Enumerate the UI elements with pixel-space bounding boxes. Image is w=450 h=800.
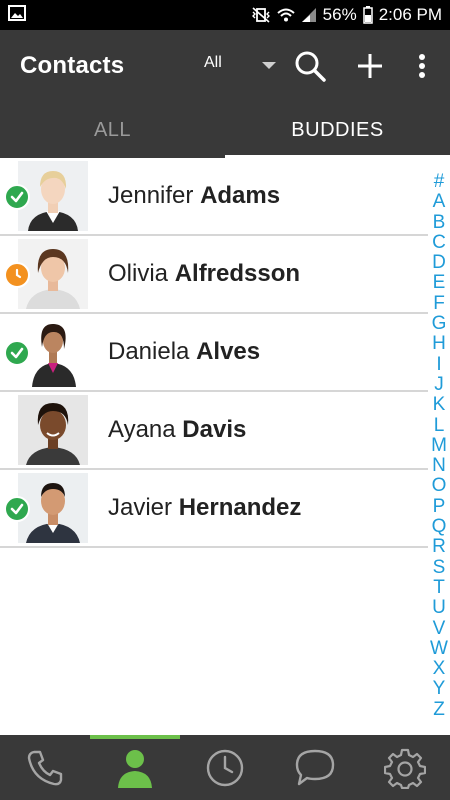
presence-available-icon [4,340,30,366]
dropdown-caret-icon [262,62,276,69]
signal-icon [301,7,317,23]
overflow-menu-button[interactable] [402,44,442,88]
index-letter[interactable]: M [431,435,447,456]
index-letter[interactable]: T [433,577,445,598]
contact-name: Jennifer Adams [108,182,280,210]
contact-name: Daniela Alves [108,338,260,366]
index-letter[interactable]: J [434,374,444,395]
wifi-icon [276,7,295,23]
contact-last-name: Alfredsson [174,260,301,287]
bottom-navigation [0,735,450,800]
search-icon [295,51,326,82]
tab-bar: ALL BUDDIES [0,102,450,158]
presence-available-icon [4,184,30,210]
contact-first-name: Daniela [108,338,190,365]
index-letter[interactable]: D [432,252,446,273]
history-clock-icon [206,749,244,786]
add-contact-button[interactable] [350,44,390,88]
index-letter[interactable]: G [432,313,447,334]
contact-last-name: Hernandez [178,494,302,521]
index-letter[interactable]: R [432,537,446,558]
contact-row[interactable]: Jennifer Adams [0,158,428,236]
contact-name: Ayana Davis [108,416,246,444]
contact-first-name: Javier [108,494,173,521]
status-bar: 56% 2:06 PM [0,0,450,30]
index-letter[interactable]: N [432,455,446,476]
avatar [18,395,88,465]
phone-icon [27,750,63,785]
contact-row[interactable]: Javier Hernandez [0,470,428,548]
index-letter[interactable]: W [430,638,448,659]
nav-calls-button[interactable] [0,735,90,800]
presence-available-icon [4,496,30,522]
contact-last-name: Alves [196,338,261,365]
vibrate-mute-icon [251,7,271,23]
index-letter[interactable]: E [433,273,446,294]
index-letter[interactable]: B [433,212,446,233]
nav-history-button[interactable] [180,735,270,800]
index-letter[interactable]: L [434,415,445,436]
clock-time: 2:06 PM [378,5,442,24]
chat-bubble-icon [295,749,335,785]
page-title: Contacts [20,52,125,79]
index-letter[interactable]: K [433,394,446,415]
index-letter[interactable]: Y [433,679,446,700]
contact-name: Javier Hernandez [108,494,301,522]
index-letter[interactable]: P [433,496,446,517]
contact-first-name: Jennifer [108,182,194,209]
contact-last-name: Davis [182,416,247,443]
index-letter[interactable]: V [433,618,446,639]
app-bar: Contacts All [0,30,450,102]
contacts-icon [118,749,152,788]
index-letter[interactable]: Z [433,699,445,720]
index-letter[interactable]: # [434,171,445,192]
tab-all[interactable]: ALL [0,102,225,158]
more-vertical-icon [419,54,425,78]
contact-first-name: Olivia [108,260,169,287]
nav-contacts-button[interactable] [90,735,180,800]
gallery-notification-icon [8,4,26,26]
index-letter[interactable]: H [432,334,446,355]
index-letter[interactable]: U [432,597,446,618]
nav-settings-button[interactable] [360,735,450,800]
contact-row[interactable]: Ayana Davis [0,392,428,470]
plus-icon [358,54,382,78]
contact-name: Olivia Alfredsson [108,260,300,288]
contact-first-name: Ayana [108,416,176,443]
settings-gear-icon [384,748,426,789]
search-button[interactable] [290,44,330,88]
contact-list: Jennifer Adams Olivia Alfredsson Daniela… [0,158,428,548]
battery-percent: 56% [322,5,357,24]
index-letter[interactable]: Q [432,516,447,537]
nav-chat-button[interactable] [270,735,360,800]
contact-row[interactable]: Daniela Alves [0,314,428,392]
index-letter[interactable]: X [433,658,446,679]
index-letter[interactable]: O [432,476,447,497]
filter-value: All [204,54,222,71]
contact-row[interactable]: Olivia Alfredsson [0,236,428,314]
contact-last-name: Adams [200,182,281,209]
alphabet-index[interactable]: # A B C D E F G H I J K L M N O P Q R S … [428,171,450,720]
index-letter[interactable]: C [432,232,446,253]
index-letter[interactable]: F [433,293,445,314]
battery-icon [362,6,373,24]
tab-buddies[interactable]: BUDDIES [225,102,450,158]
presence-away-icon [4,262,30,288]
index-letter[interactable]: A [433,191,446,212]
index-letter[interactable]: I [436,354,441,375]
index-letter[interactable]: S [433,557,446,578]
